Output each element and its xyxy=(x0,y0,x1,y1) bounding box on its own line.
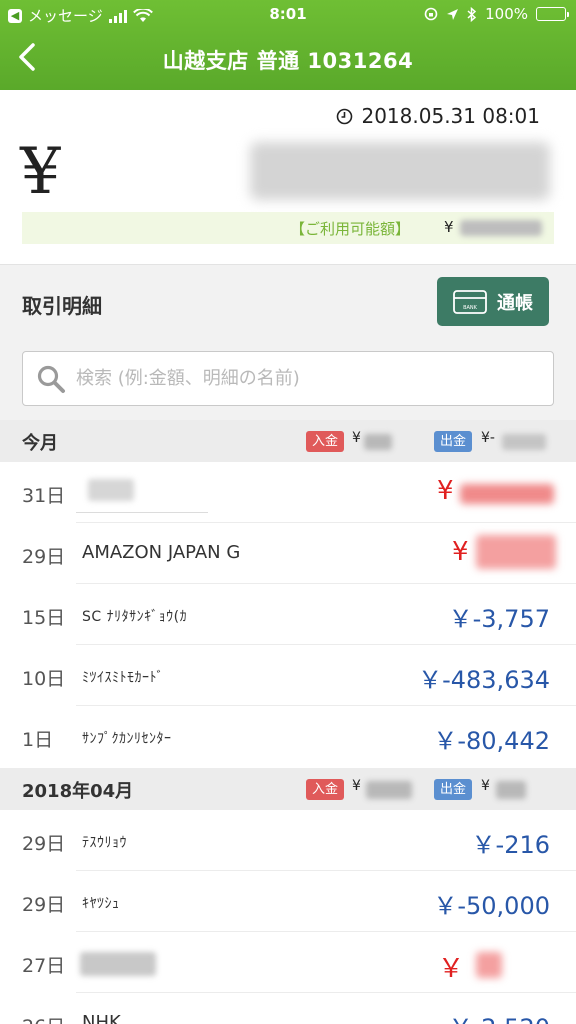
month-label: 2018年04月 xyxy=(22,781,134,802)
rotation-lock-icon xyxy=(424,7,438,21)
app-header: ◀ メッセージ 8:01 100% 山越支店 普通 1031264 xyxy=(0,0,576,90)
transaction-day: 27日 xyxy=(22,955,66,977)
deposit-badge: 入金 xyxy=(306,431,345,452)
battery-percent: 100% xyxy=(485,5,528,23)
transaction-description: ﾃｽｳﾘｮｳ xyxy=(82,835,127,851)
transaction-amount: ￥-216 xyxy=(471,831,550,859)
transaction-row[interactable]: 26日 NHK ￥-2,520 xyxy=(0,993,576,1024)
transaction-day: 10日 xyxy=(22,668,66,690)
transactions-title: 取引明細 xyxy=(22,294,102,318)
available-amount-prefix: ¥ xyxy=(444,218,454,236)
withdraw-total-redacted xyxy=(496,781,526,799)
transaction-row[interactable]: 29日 ｷﾔﾂｼｭ ￥-50,000 xyxy=(0,871,576,932)
transaction-amount-redacted xyxy=(460,484,554,504)
transaction-description: AMAZON JAPAN G xyxy=(82,542,241,563)
deposit-prefix: ¥ xyxy=(352,778,361,794)
deposit-total-redacted xyxy=(366,781,412,799)
passbook-button-label: 通帳 xyxy=(497,292,533,314)
transaction-description: NHK xyxy=(82,1012,121,1024)
transaction-row[interactable]: 15日 SC ﾅﾘﾀｻﾝｷﾞｮｳ(ｶ ￥-3,757 xyxy=(0,584,576,645)
transaction-amount: ￥ xyxy=(438,954,465,984)
balance-datetime: 2018.05.31 08:01 xyxy=(361,104,540,128)
transaction-amount-redacted xyxy=(476,535,556,569)
withdraw-total-redacted xyxy=(502,434,546,450)
transaction-row[interactable]: 31日 ¥ xyxy=(0,462,576,523)
clock-icon xyxy=(337,108,353,124)
transaction-day: 29日 xyxy=(22,833,66,855)
transaction-row[interactable]: 29日 AMAZON JAPAN G ¥ xyxy=(0,523,576,584)
transaction-amount: ￥-3,757 xyxy=(448,605,550,633)
balance-amount-redacted xyxy=(250,142,550,200)
balance-currency-symbol: ¥ xyxy=(20,135,61,209)
transaction-description: ｷﾔﾂｼｭ xyxy=(82,896,120,912)
transaction-amount: ￥-483,634 xyxy=(418,666,550,694)
deposit-total-redacted xyxy=(364,434,392,450)
withdraw-badge: 出金 xyxy=(434,431,473,452)
transaction-description: ﾐﾂｲｽﾐﾄﾓｶｰﾄﾞ xyxy=(82,670,164,686)
bluetooth-icon xyxy=(467,6,477,22)
deposit-badge: 入金 xyxy=(306,779,345,800)
transaction-amount: ¥ xyxy=(437,476,454,506)
available-amount-redacted xyxy=(460,220,542,236)
page-title: 山越支店 普通 1031264 xyxy=(162,49,414,73)
transaction-day: 15日 xyxy=(22,607,66,629)
transaction-amount-redacted xyxy=(476,952,502,978)
transaction-row[interactable]: 27日 ￥ xyxy=(0,932,576,993)
transaction-description: ｻﾝﾌﾟｸｶﾝﾘｾﾝﾀｰ xyxy=(82,731,172,747)
transaction-day: 1日 xyxy=(22,729,54,751)
withdraw-prefix: ¥ xyxy=(481,778,490,794)
month-label: 今月 xyxy=(22,433,58,454)
location-icon xyxy=(447,8,459,20)
month-header-2018-04: 2018年04月 入金 ¥ 出金 ¥ xyxy=(0,768,576,810)
transaction-description-redacted xyxy=(80,952,156,976)
deposit-prefix: ¥ xyxy=(352,430,361,446)
available-amount-label: 【ご利用可能額】 xyxy=(290,220,411,238)
transaction-day: 29日 xyxy=(22,894,66,916)
transaction-row[interactable]: 1日 ｻﾝﾌﾟｸｶﾝﾘｾﾝﾀｰ ￥-80,442 xyxy=(0,706,576,767)
bank-card-icon: BANK xyxy=(453,289,487,314)
search-box[interactable] xyxy=(22,351,554,406)
transaction-row[interactable]: 29日 ﾃｽｳﾘｮｳ ￥-216 xyxy=(0,810,576,871)
transaction-amount: ￥-50,000 xyxy=(433,892,550,920)
transaction-day: 29日 xyxy=(22,546,66,568)
balance-timestamp: 2018.05.31 08:01 xyxy=(336,104,540,128)
svg-text:BANK: BANK xyxy=(463,305,478,311)
transaction-day: 26日 xyxy=(22,1012,65,1024)
status-bar: ◀ メッセージ 8:01 100% xyxy=(0,0,576,30)
transaction-amount: ￥-2,520 xyxy=(449,1008,550,1024)
month-header-current: 今月 入金 ¥ 出金 ¥- xyxy=(0,420,576,462)
transaction-amount: ¥ xyxy=(452,537,469,567)
search-icon xyxy=(37,365,65,393)
withdraw-badge: 出金 xyxy=(434,779,473,800)
withdraw-prefix: ¥- xyxy=(481,430,495,446)
transaction-description-redacted xyxy=(88,479,134,501)
battery-icon xyxy=(536,7,569,21)
passbook-button[interactable]: BANK 通帳 xyxy=(437,277,549,326)
transaction-amount: ￥-80,442 xyxy=(433,727,550,755)
transaction-description: SC ﾅﾘﾀｻﾝｷﾞｮｳ(ｶ xyxy=(82,609,188,625)
transaction-row[interactable]: 10日 ﾐﾂｲｽﾐﾄﾓｶｰﾄﾞ ￥-483,634 xyxy=(0,645,576,706)
transaction-day: 31日 xyxy=(22,485,66,507)
search-input[interactable] xyxy=(76,368,516,389)
